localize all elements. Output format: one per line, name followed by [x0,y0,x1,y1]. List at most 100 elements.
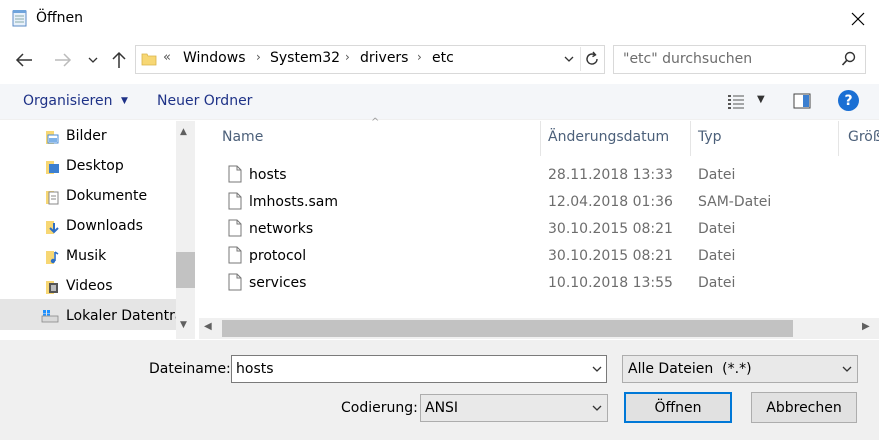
window-title: Öffnen [36,10,84,26]
cancel-button[interactable]: Abbrechen [751,392,857,423]
file-icon [228,219,242,237]
tree-item-videos[interactable]: Videos [0,272,175,302]
scroll-right-icon[interactable]: ▶ [862,321,870,332]
horizontal-scrollbar-thumb[interactable] [222,320,793,337]
tree-label: Musik [66,248,107,264]
organize-button[interactable]: Organisieren ▼ [23,93,128,109]
caret-down-icon: ▼ [120,96,128,106]
chevron-down-icon [88,57,98,63]
forward-button[interactable] [51,46,75,74]
file-icon [228,246,242,264]
open-button[interactable]: Öffnen [624,392,732,423]
arrow-up-icon [112,51,126,68]
filename-dropdown-button[interactable] [588,356,606,382]
file-name: services [249,275,307,291]
new-folder-button[interactable]: Neuer Ordner [157,93,252,109]
refresh-button[interactable] [580,47,602,71]
tree-item-musik[interactable]: Musik [0,242,175,272]
pictures-folder-icon [46,131,59,144]
scroll-up-icon[interactable]: ▲ [180,127,187,137]
view-options-icon[interactable]: ▼ [757,94,765,105]
file-type-dropdown-button[interactable] [838,356,856,382]
scroll-left-icon[interactable]: ◀ [204,321,212,332]
arrow-right-icon [55,53,72,67]
file-date: 30.10.2015 08:21 [548,248,673,264]
file-type: Datei [698,248,736,264]
chevron-down-icon [564,56,574,62]
file-row[interactable]: services 10.10.2018 13:55 Datei [218,270,878,297]
chevron-right-icon[interactable]: › [417,50,422,64]
help-icon[interactable]: ? [838,90,859,111]
tree-scrollbar[interactable] [176,121,195,339]
file-icon [228,273,242,291]
chevron-down-icon [592,405,602,411]
folder-icon [141,53,157,66]
file-row[interactable]: protocol 30.10.2015 08:21 Datei [218,243,878,270]
column-header-date[interactable]: Änderungsdatum [548,129,669,145]
column-header-size[interactable]: Größ [848,129,879,145]
column-header-name[interactable]: Name [222,129,263,145]
close-button[interactable] [838,4,878,34]
back-button[interactable] [12,46,36,74]
tree-item-downloads[interactable]: Downloads [0,212,175,242]
breadcrumb-drivers[interactable]: drivers [360,50,408,66]
music-folder-icon [46,251,59,264]
tree-item-dokumente[interactable]: Dokumente [0,182,175,212]
address-overflow[interactable]: « [163,50,171,65]
file-row[interactable]: lmhosts.sam 12.04.2018 01:36 SAM-Datei [218,189,878,216]
encoding-label: Codierung: [341,400,418,416]
scroll-down-icon[interactable]: ▼ [180,320,187,330]
file-name: hosts [249,167,287,183]
up-button[interactable] [107,46,131,74]
documents-folder-icon [46,191,59,205]
notepad-icon [12,10,27,27]
local-drive-icon [41,310,59,323]
search-icon[interactable] [841,51,857,67]
breadcrumb-windows[interactable]: Windows [183,50,246,66]
file-name: protocol [249,248,307,264]
breadcrumb-system32[interactable]: System32 [270,50,340,66]
view-details-icon[interactable] [727,93,745,109]
column-divider[interactable] [540,121,541,156]
tree-item-bilder[interactable]: Bilder [0,122,175,152]
videos-folder-icon [46,281,58,294]
chevron-right-icon[interactable]: › [256,50,261,64]
recent-locations-button[interactable] [84,46,102,74]
tree-scrollbar-thumb[interactable] [176,252,195,288]
chevron-down-icon [592,366,602,372]
file-row[interactable]: hosts 28.11.2018 13:33 Datei [218,162,878,189]
column-divider[interactable] [690,121,691,156]
preview-pane-icon[interactable] [793,93,811,109]
encoding-dropdown-button[interactable] [588,395,606,421]
title-bar [0,0,879,38]
file-date: 12.04.2018 01:36 [548,194,673,210]
search-placeholder: "etc" durchsuchen [623,51,753,67]
file-row[interactable]: networks 30.10.2015 08:21 Datei [218,216,878,243]
tree-item-desktop[interactable]: Desktop [0,152,175,182]
tree-item-local-drive[interactable]: Lokaler Datenträ [0,302,183,332]
sort-ascending-icon: ^ [371,117,380,128]
address-history-button[interactable] [560,46,578,72]
close-icon [851,12,865,26]
breadcrumb-etc[interactable]: etc [432,50,454,66]
column-header-type[interactable]: Typ [698,129,722,145]
tree-label: Lokaler Datenträ [66,308,184,324]
tree-label: Desktop [66,158,124,174]
column-divider[interactable] [838,121,839,156]
file-date: 28.11.2018 13:33 [548,167,673,183]
file-icon [228,192,242,210]
tree-label: Downloads [66,218,143,234]
command-bar [0,84,879,120]
file-date: 10.10.2018 13:55 [548,275,673,291]
tree-label: Dokumente [66,188,148,204]
refresh-icon [585,51,598,65]
file-type: SAM-Datei [698,194,772,210]
tree-label: Bilder [66,128,107,144]
file-type: Datei [698,167,736,183]
filename-input[interactable] [231,355,607,383]
desktop-folder-icon [46,161,59,174]
chevron-right-icon[interactable]: › [345,50,350,64]
arrow-left-icon [15,53,32,67]
filename-label: Dateiname: [149,361,231,377]
organize-label: Organisieren [23,93,113,109]
